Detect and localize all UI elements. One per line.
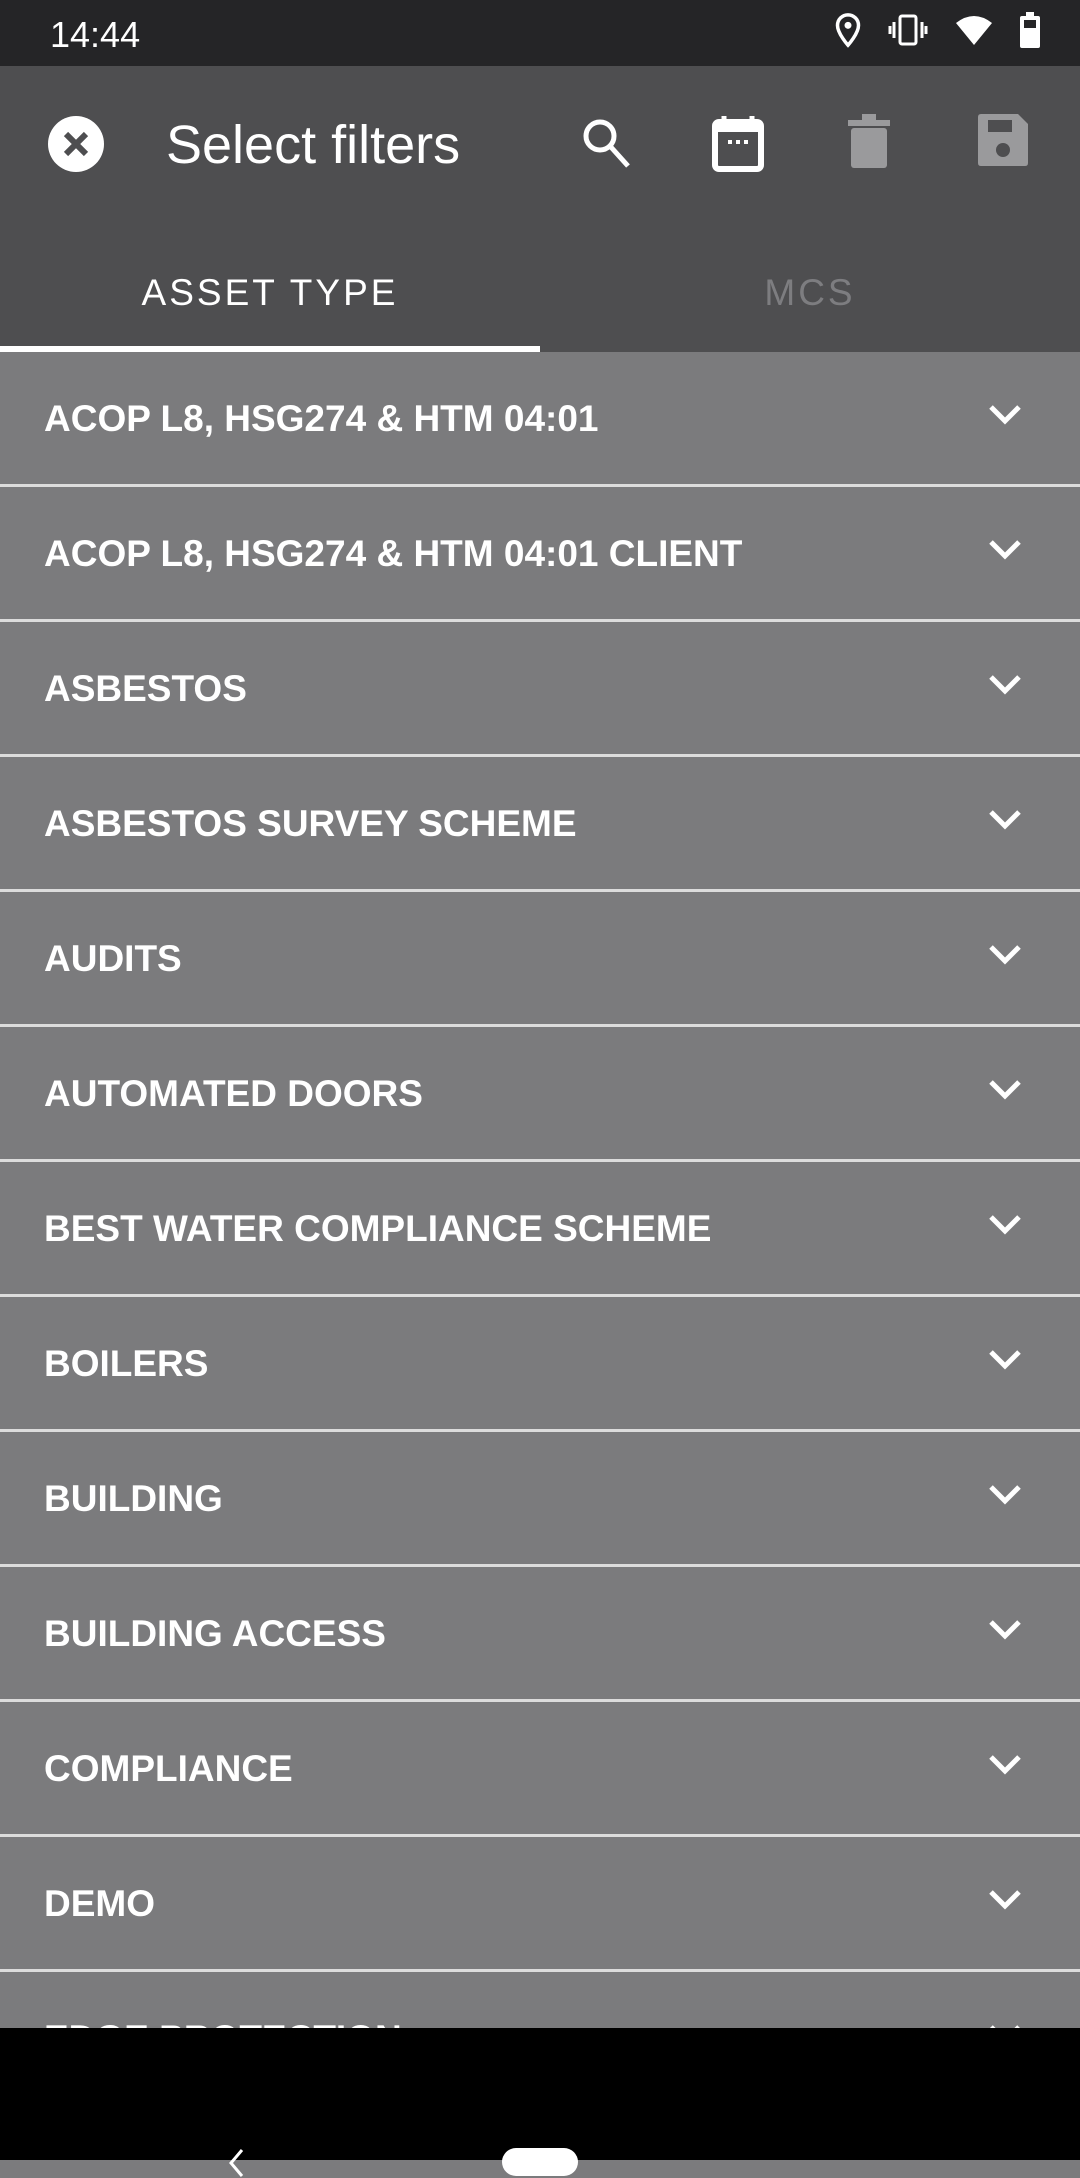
- navigation-bar: [0, 2028, 1080, 2177]
- list-item[interactable]: BUILDING: [0, 1432, 1080, 1567]
- list-item-label: ACOP L8, HSG274 & HTM 04:01: [44, 398, 599, 439]
- search-icon[interactable]: [578, 114, 634, 170]
- list-item-label: BUILDING ACCESS: [44, 1613, 386, 1654]
- home-button[interactable]: [502, 2148, 578, 2176]
- list-item-label: BUILDING: [44, 1478, 223, 1519]
- chevron-down-icon[interactable]: [988, 1619, 1022, 1641]
- asset-type-list: ACOP L8, HSG274 & HTM 04:01 ACOP L8, HSG2…: [0, 352, 1080, 2028]
- clock: 14:44: [50, 14, 141, 55]
- vibrate-icon: [888, 14, 928, 46]
- tab-label: ASSET TYPE: [141, 272, 399, 313]
- list-item[interactable]: BUILDING ACCESS: [0, 1567, 1080, 1702]
- list-item-label: COMPLIANCE: [44, 1748, 293, 1789]
- list-item[interactable]: ASBESTOS SURVEY SCHEME: [0, 757, 1080, 892]
- list-item[interactable]: AUDITS: [0, 892, 1080, 1027]
- chevron-down-icon[interactable]: [988, 674, 1022, 696]
- list-item-label: AUTOMATED DOORS: [44, 1073, 423, 1114]
- list-item-label: BOILERS: [44, 1343, 209, 1384]
- delete-icon[interactable]: [848, 114, 890, 168]
- chevron-down-icon[interactable]: [988, 1754, 1022, 1776]
- list-item-label: BEST WATER COMPLIANCE SCHEME: [44, 1208, 712, 1249]
- tab-mcs[interactable]: MCS: [540, 252, 1080, 352]
- app-bar: Select filters ASSET TYPE MCS: [0, 66, 1080, 352]
- chevron-down-icon[interactable]: [988, 944, 1022, 966]
- list-item[interactable]: AUTOMATED DOORS: [0, 1027, 1080, 1162]
- tab-asset-type[interactable]: ASSET TYPE: [0, 252, 540, 352]
- list-item-label: ACOP L8, HSG274 & HTM 04:01 CLIENT: [44, 533, 743, 574]
- list-item[interactable]: ASBESTOS: [0, 622, 1080, 757]
- chevron-down-icon[interactable]: [988, 1079, 1022, 1101]
- chevron-down-icon[interactable]: [988, 1349, 1022, 1371]
- location-icon: [835, 13, 861, 48]
- chevron-down-icon[interactable]: [988, 1889, 1022, 1911]
- tab-bar: ASSET TYPE MCS: [0, 252, 1080, 352]
- list-item[interactable]: ACOP L8, HSG274 & HTM 04:01: [0, 352, 1080, 487]
- back-icon[interactable]: [228, 2148, 244, 2178]
- chevron-down-icon[interactable]: [988, 809, 1022, 831]
- chevron-down-icon[interactable]: [988, 1484, 1022, 1506]
- list-item[interactable]: EDGE PROTECTION: [0, 1972, 1080, 2028]
- list-item[interactable]: DEMO: [0, 1837, 1080, 1972]
- list-item-label: ASBESTOS SURVEY SCHEME: [44, 803, 577, 844]
- list-item-label: EDGE PROTECTION: [44, 2018, 402, 2028]
- status-bar: 14:44: [0, 0, 1080, 66]
- chevron-down-icon[interactable]: [988, 404, 1022, 426]
- page-title: Select filters: [166, 115, 461, 175]
- list-item[interactable]: BEST WATER COMPLIANCE SCHEME: [0, 1162, 1080, 1297]
- wifi-icon: [956, 16, 992, 45]
- list-item[interactable]: COMPLIANCE: [0, 1702, 1080, 1837]
- chevron-down-icon[interactable]: [988, 539, 1022, 561]
- list-item-label: AUDITS: [44, 938, 182, 979]
- list-item[interactable]: BOILERS: [0, 1297, 1080, 1432]
- calendar-icon[interactable]: [712, 114, 764, 172]
- chevron-down-icon[interactable]: [988, 1214, 1022, 1236]
- list-item[interactable]: ACOP L8, HSG274 & HTM 04:01 CLIENT: [0, 487, 1080, 622]
- list-item-label: ASBESTOS: [44, 668, 247, 709]
- tab-label: MCS: [764, 272, 856, 313]
- close-icon[interactable]: [48, 116, 104, 172]
- battery-icon: [1020, 12, 1040, 48]
- save-icon[interactable]: [978, 114, 1028, 166]
- list-item-label: DEMO: [44, 1883, 155, 1924]
